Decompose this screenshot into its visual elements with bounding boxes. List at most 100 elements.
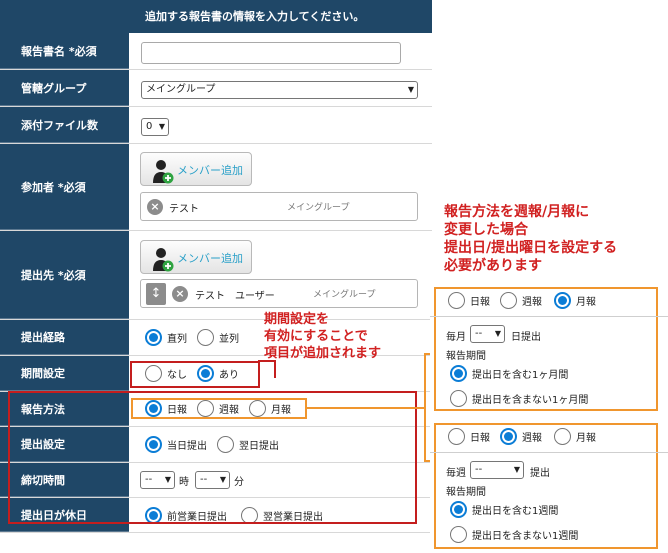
- panel-daily-radio[interactable]: 日報: [448, 428, 490, 445]
- period-highlight-box: [130, 361, 260, 388]
- monthly-period-include-radio[interactable]: 提出日を含む1ヶ月間: [450, 365, 568, 382]
- radio-checked-icon: [450, 365, 467, 382]
- method-highlight-box: [131, 398, 307, 419]
- submitter-group: メイングループ: [313, 290, 376, 300]
- remove-icon[interactable]: ×: [172, 286, 188, 302]
- form-header: 追加する報告書の情報を入力してください。: [0, 0, 432, 33]
- note-connector: [258, 360, 276, 378]
- monthly-period-label: 報告期間: [446, 351, 486, 362]
- add-member-icon: [153, 248, 174, 272]
- radio-unchecked-icon: [450, 526, 467, 543]
- panel-monthly-radio[interactable]: 月報: [554, 428, 596, 445]
- panel-daily-label: 日報: [470, 297, 490, 308]
- route-serial-radio[interactable]: 直列: [145, 329, 187, 346]
- route-parallel-label: 並列: [219, 334, 239, 345]
- radio-unchecked-icon: [197, 329, 214, 346]
- label-submitters: 提出先 *必須: [0, 231, 129, 319]
- label-group: 管轄グループ: [0, 70, 129, 106]
- panel-divider: [430, 316, 668, 317]
- label-route: 提出経路: [0, 320, 129, 355]
- participant-entry: × テスト メイングループ: [140, 192, 418, 221]
- monthly-prefix: 毎月: [446, 332, 466, 343]
- add-member-icon: [153, 160, 174, 184]
- radio-unchecked-icon: [554, 428, 571, 445]
- row-group: 管轄グループ メイングループ ▼: [0, 70, 432, 107]
- monthly-period-exclude-label: 提出日を含まない1ヶ月間: [472, 395, 589, 406]
- label-period: 期間設定: [0, 356, 129, 391]
- panel-monthly-label: 月報: [576, 297, 596, 308]
- panel-monthly-radio[interactable]: 月報: [554, 292, 596, 309]
- radio-checked-icon: [500, 428, 517, 445]
- route-serial-label: 直列: [167, 334, 187, 345]
- attach-count-value: 0: [146, 121, 153, 132]
- weekly-settings-panel: 日報 週報 月報 毎週 -- ▼ 提出 報告期間 提出日を含む1週間 提出日を含…: [430, 421, 668, 551]
- panel-weekly-radio[interactable]: 週報: [500, 292, 542, 309]
- monthly-day-value: --: [475, 328, 483, 339]
- chevron-down-icon: ▼: [407, 85, 414, 94]
- period-note: 期間設定を 有効にすることで 項目が追加されます: [264, 311, 381, 362]
- panel-weekly-radio[interactable]: 週報: [500, 428, 542, 445]
- label-report-name: 報告書名 *必須: [0, 33, 129, 69]
- weekly-period-exclude-label: 提出日を含まない1週間: [472, 531, 579, 542]
- attach-count-select[interactable]: 0 ▼: [141, 118, 169, 136]
- monthly-settings-panel: 日報 週報 月報 毎月 -- ▼ 日提出 報告期間 提出日を含む1ヶ月間 提出日…: [430, 285, 668, 413]
- row-submitters: 提出先 *必須 メンバー追加 ↕ × テスト ユーザー メイングループ: [0, 231, 432, 320]
- add-participant-button[interactable]: メンバー追加: [140, 152, 252, 186]
- panel-divider: [430, 452, 668, 453]
- weekly-day-select[interactable]: -- ▼: [470, 461, 524, 479]
- monthly-period-include-label: 提出日を含む1ヶ月間: [472, 370, 569, 381]
- chevron-down-icon: ▼: [494, 329, 501, 338]
- monthly-period-exclude-radio[interactable]: 提出日を含まない1ヶ月間: [450, 390, 588, 407]
- period-note-line: 期間設定を: [264, 312, 330, 327]
- radio-unchecked-icon: [500, 292, 517, 309]
- radio-unchecked-icon: [448, 292, 465, 309]
- submitter-name: テスト ユーザー: [195, 291, 275, 302]
- radio-unchecked-icon: [450, 390, 467, 407]
- weekly-period-include-radio[interactable]: 提出日を含む1週間: [450, 501, 558, 518]
- chevron-down-icon: ▼: [513, 465, 520, 474]
- label-attach: 添付ファイル数: [0, 107, 129, 143]
- weekly-day-value: --: [475, 464, 483, 475]
- method-note-line: 必要があります: [444, 258, 542, 274]
- submitter-entry: ↕ × テスト ユーザー メイングループ: [140, 279, 418, 308]
- method-note-line: 変更した場合: [444, 222, 528, 238]
- monthly-day-select[interactable]: -- ▼: [470, 325, 505, 343]
- monthly-suffix: 日提出: [511, 332, 541, 343]
- participant-group: メイングループ: [287, 203, 350, 213]
- weekly-period-exclude-radio[interactable]: 提出日を含まない1週間: [450, 526, 578, 543]
- panel-monthly-label: 月報: [576, 433, 596, 444]
- panel-weekly-label: 週報: [522, 433, 542, 444]
- row-report-name: 報告書名 *必須: [0, 33, 432, 70]
- report-name-input[interactable]: [141, 42, 401, 64]
- row-attach: 添付ファイル数 0 ▼: [0, 107, 432, 144]
- drag-handle-icon[interactable]: ↕: [146, 283, 166, 305]
- panel-weekly-label: 週報: [522, 297, 542, 308]
- chevron-down-icon: ▼: [158, 122, 165, 131]
- period-note-line: 項目が追加されます: [264, 346, 382, 361]
- weekly-period-include-label: 提出日を含む1週間: [472, 506, 559, 517]
- method-note: 報告方法を週報/月報に 変更した場合 提出日/提出曜日を設定する 必要があります: [444, 203, 617, 275]
- period-note-line: 有効にすることで: [264, 329, 368, 344]
- panel-daily-label: 日報: [470, 433, 490, 444]
- group-select[interactable]: メイングループ ▼: [141, 81, 418, 99]
- method-note-line: 報告方法を週報/月報に: [444, 204, 590, 220]
- weekly-period-label: 報告期間: [446, 487, 486, 498]
- weekly-prefix: 毎週: [446, 468, 466, 479]
- weekly-suffix: 提出: [530, 468, 550, 479]
- radio-unchecked-icon: [448, 428, 465, 445]
- label-participants: 参加者 *必須: [0, 144, 129, 230]
- add-submitter-button[interactable]: メンバー追加: [140, 240, 252, 274]
- radio-checked-icon: [554, 292, 571, 309]
- connector-line: [305, 407, 425, 409]
- row-participants: 参加者 *必須 メンバー追加 × テスト メイングループ: [0, 144, 432, 231]
- participant-name: テスト: [169, 204, 199, 215]
- remove-icon[interactable]: ×: [147, 199, 163, 215]
- add-submitter-label: メンバー追加: [177, 252, 243, 265]
- radio-checked-icon: [145, 329, 162, 346]
- group-select-value: メイングループ: [146, 84, 216, 95]
- panel-daily-radio[interactable]: 日報: [448, 292, 490, 309]
- method-note-line: 提出日/提出曜日を設定する: [444, 240, 618, 256]
- add-participant-label: メンバー追加: [177, 164, 243, 177]
- route-parallel-radio[interactable]: 並列: [197, 329, 239, 346]
- radio-checked-icon: [450, 501, 467, 518]
